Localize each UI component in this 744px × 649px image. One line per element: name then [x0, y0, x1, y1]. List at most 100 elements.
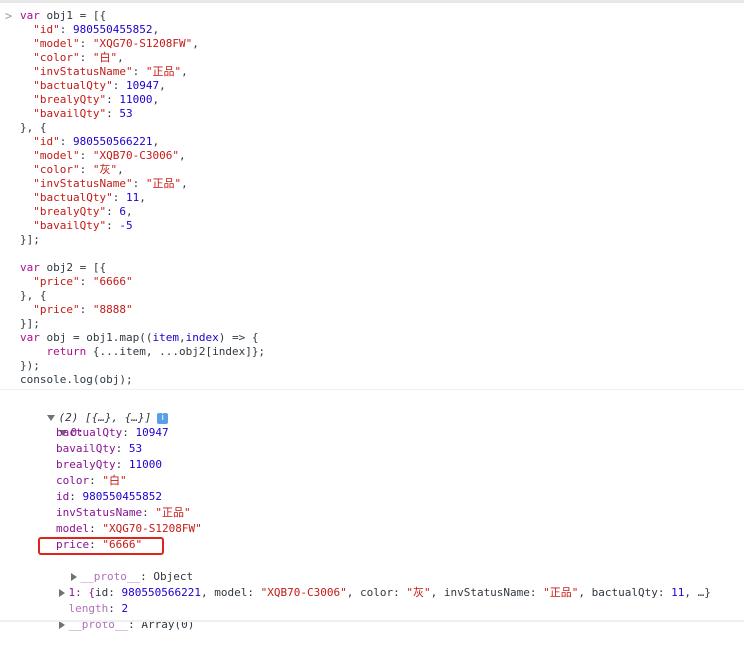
code-line: var obj1 = [{: [20, 9, 265, 23]
code-token: :: [79, 149, 93, 162]
console-input-code[interactable]: var obj1 = [{ "id": 980550455852, "model…: [20, 9, 265, 387]
code-line: "model": "XQB70-C3006",: [20, 149, 265, 163]
property-row-bavailQty[interactable]: bavailQty: 53: [56, 441, 142, 457]
code-line: "color": "灰",: [20, 163, 265, 177]
code-token: obj1 = [{: [39, 9, 107, 22]
code-line: "model": "XQG70-S1208FW",: [20, 37, 265, 51]
property-row-model[interactable]: model: "XQG70-S1208FW": [56, 521, 202, 537]
code-token: :: [112, 79, 126, 92]
code-token: var: [20, 9, 40, 22]
code-line: "id": 980550566221,: [20, 135, 265, 149]
item1-preview: id: 980550566221, model: "XQB70-C3006", …: [95, 586, 711, 599]
code-line: "invStatusName": "正品",: [20, 65, 265, 79]
code-token: 6: [119, 205, 126, 218]
code-line: return {...item, ...obj2[index]};: [20, 345, 266, 359]
code-token: }, {: [20, 289, 47, 302]
property-value: 11000: [128, 458, 162, 471]
property-row-bactualQty[interactable]: bactualQty: 10947: [56, 425, 169, 441]
code-token: index: [185, 331, 219, 344]
code-token: }, {: [20, 121, 47, 134]
code-token: 11: [125, 191, 140, 204]
code-token: obj = obj1.map((: [39, 331, 153, 344]
preview-separator: ,: [578, 586, 592, 599]
code-token: "XQB70-C3006": [92, 149, 179, 162]
property-value: "正品": [155, 506, 191, 519]
code-token: ,: [178, 149, 186, 162]
code-line: "color": "白",: [20, 51, 265, 65]
code-token: ,: [139, 191, 146, 204]
preview-value: 980550566221: [121, 586, 201, 599]
item0-proto-row[interactable]: __proto__: Object: [44, 553, 193, 583]
preview-key: invStatusName: [443, 586, 530, 599]
code-token: "brealyQty": [33, 205, 107, 218]
code-line: console.log(obj);: [20, 373, 265, 387]
price-highlight-box: [38, 537, 164, 555]
code-token: "id": [33, 23, 60, 36]
property-row-brealyQty[interactable]: brealyQty: 11000: [56, 457, 162, 473]
code-token: "invStatusName": [33, 65, 133, 78]
code-token: :: [79, 37, 93, 50]
code-token: "id": [33, 135, 60, 148]
array-proto-row[interactable]: __proto__: Array(0): [32, 601, 194, 631]
code-token: ,: [181, 177, 188, 190]
code-token: :: [59, 23, 73, 36]
info-icon[interactable]: i: [157, 412, 169, 424]
code-token: :: [106, 205, 120, 218]
code-token: "invStatusName": [33, 177, 133, 190]
code-token: 980550566221: [73, 135, 153, 148]
code-token: :: [112, 191, 126, 204]
code-token: "bactualQty": [33, 191, 113, 204]
property-value: 10947: [135, 426, 169, 439]
preview-separator: , …}: [684, 586, 711, 599]
preview-value: "XQB70-C3006": [260, 586, 347, 599]
property-row-color[interactable]: color: "白": [56, 473, 127, 489]
code-token: "color": [33, 163, 80, 176]
console-divider: [0, 389, 744, 390]
code-token: }];: [20, 317, 40, 330]
code-token: ,: [117, 51, 124, 64]
code-line: "bactualQty": 10947,: [20, 79, 265, 93]
preview-value: "正品": [543, 586, 579, 599]
code-token: ,: [152, 23, 160, 36]
item0-row[interactable]: 0:: [32, 409, 84, 439]
code-token: return: [46, 345, 87, 358]
property-key: brealyQty: [56, 458, 116, 471]
code-token: "price": [33, 303, 80, 316]
collapse-triangle-icon[interactable]: [58, 621, 65, 629]
code-token: "灰": [92, 163, 118, 176]
code-token: "bavailQty": [33, 219, 107, 232]
property-key: bactualQty: [56, 426, 123, 439]
property-key: id: [56, 490, 70, 503]
code-token: ,: [117, 163, 124, 176]
property-row-id[interactable]: id: 980550455852: [56, 489, 162, 505]
code-token: :: [132, 65, 146, 78]
preview-separator: ,: [200, 586, 215, 599]
code-token: var: [20, 261, 40, 274]
code-token: :: [59, 135, 73, 148]
array-summary-row[interactable]: (2) [{…}, {…}] i: [20, 394, 169, 424]
preview-value: 11: [671, 586, 685, 599]
code-token: "brealyQty": [33, 93, 107, 106]
code-token: "6666": [92, 275, 133, 288]
code-token: "model": [33, 37, 80, 50]
code-token: :: [106, 93, 120, 106]
preview-key: model: [214, 586, 248, 599]
top-border: [0, 0, 744, 3]
code-token: :: [79, 275, 93, 288]
item1-row[interactable]: 1: {id: 980550566221, model: "XQB70-C300…: [32, 569, 711, 599]
code-token: "正品": [145, 65, 182, 78]
code-token: 980550455852: [73, 23, 153, 36]
code-token: ,: [192, 37, 199, 50]
property-row-invStatusName[interactable]: invStatusName: "正品": [56, 505, 191, 521]
code-line: }, {: [20, 121, 265, 135]
